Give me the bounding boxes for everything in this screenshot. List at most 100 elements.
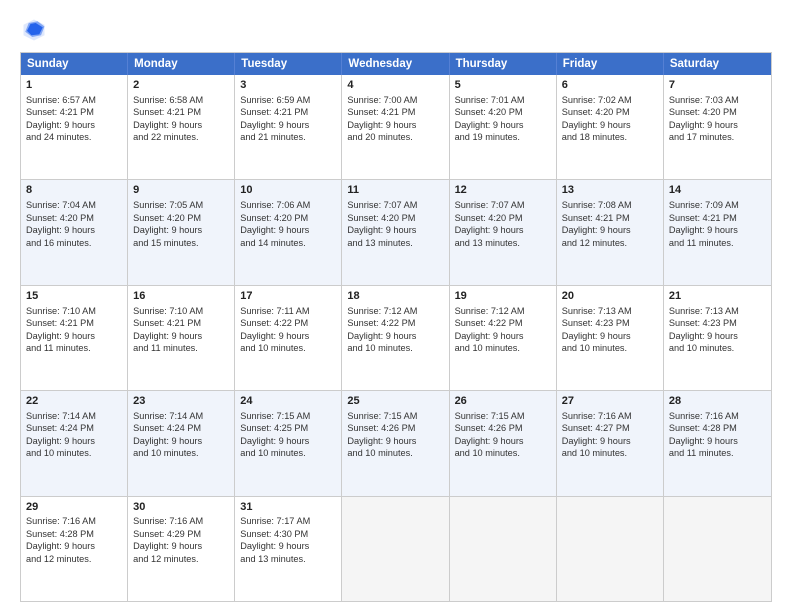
day-header-wednesday: Wednesday [342,53,449,75]
day-number: 27 [562,394,658,409]
empty-cell [664,497,771,601]
day-cell-18: 18Sunrise: 7:12 AMSunset: 4:22 PMDayligh… [342,286,449,390]
day-number: 10 [240,183,336,198]
day-info-line: Sunrise: 7:07 AM [347,199,443,211]
day-number: 1 [26,78,122,93]
day-info-line: Sunset: 4:26 PM [455,422,551,434]
week-row-5: 29Sunrise: 7:16 AMSunset: 4:28 PMDayligh… [21,496,771,601]
day-info-line: Sunset: 4:26 PM [347,422,443,434]
day-info-line: Daylight: 9 hours [455,330,551,342]
day-info-line: Daylight: 9 hours [455,435,551,447]
day-info-line: and 22 minutes. [133,131,229,143]
day-info-line: Daylight: 9 hours [240,540,336,552]
day-info-line: and 14 minutes. [240,237,336,249]
day-number: 7 [669,78,766,93]
day-cell-25: 25Sunrise: 7:15 AMSunset: 4:26 PMDayligh… [342,391,449,495]
day-info-line: Sunrise: 7:16 AM [562,410,658,422]
day-cell-17: 17Sunrise: 7:11 AMSunset: 4:22 PMDayligh… [235,286,342,390]
day-info-line: and 10 minutes. [240,447,336,459]
day-info-line: Sunrise: 7:14 AM [26,410,122,422]
day-info-line: and 24 minutes. [26,131,122,143]
day-info-line: Sunrise: 7:15 AM [240,410,336,422]
day-info-line: Sunrise: 7:10 AM [26,305,122,317]
day-info-line: and 11 minutes. [133,342,229,354]
day-header-friday: Friday [557,53,664,75]
day-cell-12: 12Sunrise: 7:07 AMSunset: 4:20 PMDayligh… [450,180,557,284]
empty-cell [450,497,557,601]
day-cell-28: 28Sunrise: 7:16 AMSunset: 4:28 PMDayligh… [664,391,771,495]
day-info-line: Sunrise: 7:00 AM [347,94,443,106]
day-info-line: Daylight: 9 hours [26,119,122,131]
day-cell-22: 22Sunrise: 7:14 AMSunset: 4:24 PMDayligh… [21,391,128,495]
day-info-line: Daylight: 9 hours [669,330,766,342]
day-header-saturday: Saturday [664,53,771,75]
day-header-monday: Monday [128,53,235,75]
day-info-line: and 12 minutes. [133,553,229,565]
day-cell-5: 5Sunrise: 7:01 AMSunset: 4:20 PMDaylight… [450,75,557,179]
day-info-line: Daylight: 9 hours [562,435,658,447]
day-cell-21: 21Sunrise: 7:13 AMSunset: 4:23 PMDayligh… [664,286,771,390]
day-info-line: Sunrise: 7:15 AM [347,410,443,422]
day-header-sunday: Sunday [21,53,128,75]
day-info-line: Sunrise: 7:13 AM [562,305,658,317]
day-cell-29: 29Sunrise: 7:16 AMSunset: 4:28 PMDayligh… [21,497,128,601]
day-cell-1: 1Sunrise: 6:57 AMSunset: 4:21 PMDaylight… [21,75,128,179]
day-info-line: Sunrise: 7:02 AM [562,94,658,106]
day-cell-8: 8Sunrise: 7:04 AMSunset: 4:20 PMDaylight… [21,180,128,284]
day-number: 2 [133,78,229,93]
day-info-line: and 20 minutes. [347,131,443,143]
day-info-line: and 10 minutes. [669,342,766,354]
day-number: 30 [133,500,229,515]
day-info-line: Sunrise: 7:01 AM [455,94,551,106]
day-cell-30: 30Sunrise: 7:16 AMSunset: 4:29 PMDayligh… [128,497,235,601]
day-info-line: Sunset: 4:20 PM [26,212,122,224]
day-info-line: and 12 minutes. [26,553,122,565]
day-info-line: Daylight: 9 hours [133,540,229,552]
day-cell-13: 13Sunrise: 7:08 AMSunset: 4:21 PMDayligh… [557,180,664,284]
day-info-line: and 13 minutes. [347,237,443,249]
day-cell-27: 27Sunrise: 7:16 AMSunset: 4:27 PMDayligh… [557,391,664,495]
day-info-line: Daylight: 9 hours [133,435,229,447]
day-info-line: Sunset: 4:30 PM [240,528,336,540]
day-info-line: Daylight: 9 hours [240,224,336,236]
day-number: 9 [133,183,229,198]
day-info-line: and 10 minutes. [26,447,122,459]
day-info-line: and 16 minutes. [26,237,122,249]
day-number: 25 [347,394,443,409]
day-info-line: Sunrise: 6:59 AM [240,94,336,106]
day-info-line: Daylight: 9 hours [240,435,336,447]
page: SundayMondayTuesdayWednesdayThursdayFrid… [0,0,792,612]
day-info-line: Sunrise: 6:57 AM [26,94,122,106]
day-info-line: and 21 minutes. [240,131,336,143]
calendar: SundayMondayTuesdayWednesdayThursdayFrid… [20,52,772,602]
day-info-line: Daylight: 9 hours [669,224,766,236]
day-info-line: Sunset: 4:21 PM [133,317,229,329]
day-info-line: Sunset: 4:27 PM [562,422,658,434]
day-info-line: and 10 minutes. [347,447,443,459]
day-number: 11 [347,183,443,198]
day-info-line: Daylight: 9 hours [26,435,122,447]
calendar-body: 1Sunrise: 6:57 AM Sunset: 4:21 PM Daylight… [21,75,771,601]
day-info-line: and 13 minutes. [240,553,336,565]
day-number: 4 [347,78,443,93]
day-info-line: Sunset: 4:23 PM [562,317,658,329]
day-info-line: Sunset: 4:20 PM [455,106,551,118]
day-info-line: Sunset: 4:21 PM [26,317,122,329]
day-info-line: Daylight: 9 hours [669,435,766,447]
day-number: 12 [455,183,551,198]
day-info-line: Daylight: 9 hours [562,119,658,131]
day-info-line: Sunset: 4:20 PM [347,212,443,224]
day-info-line: Daylight: 9 hours [347,224,443,236]
day-cell-31: 31Sunrise: 7:17 AMSunset: 4:30 PMDayligh… [235,497,342,601]
day-info-line: and 13 minutes. [455,237,551,249]
day-info-line: Sunset: 4:21 PM [240,106,336,118]
day-cell-3: 3Sunrise: 6:59 AMSunset: 4:21 PMDaylight… [235,75,342,179]
day-info-line: Daylight: 9 hours [347,330,443,342]
day-info-line: Sunset: 4:20 PM [133,212,229,224]
day-number: 20 [562,289,658,304]
day-number: 16 [133,289,229,304]
day-number: 26 [455,394,551,409]
day-info-line: Daylight: 9 hours [26,224,122,236]
day-cell-11: 11Sunrise: 7:07 AMSunset: 4:20 PMDayligh… [342,180,449,284]
day-info-line: Daylight: 9 hours [455,119,551,131]
